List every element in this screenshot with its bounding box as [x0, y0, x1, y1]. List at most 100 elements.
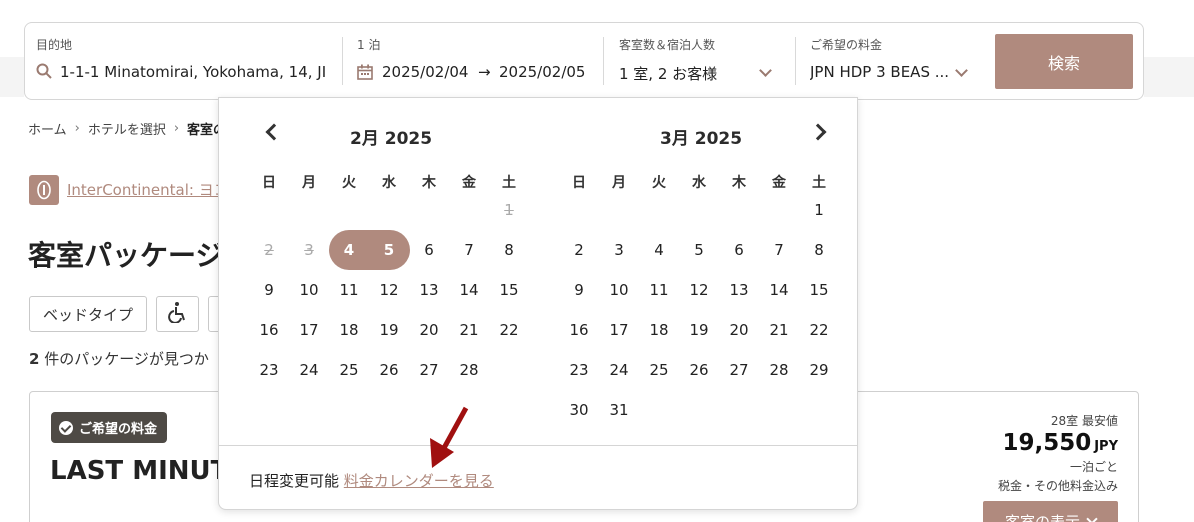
calendar-day[interactable]: 24: [289, 350, 329, 390]
calendar-day[interactable]: 9: [249, 270, 289, 310]
calendar-day[interactable]: 5: [679, 230, 719, 270]
calendar-day[interactable]: 1: [799, 190, 839, 230]
month-title-left: 2月 2025: [350, 129, 433, 149]
calendar-day[interactable]: 6: [409, 230, 449, 270]
calendar-day[interactable]: 17: [599, 310, 639, 350]
weekday-label: 水: [382, 175, 396, 191]
chevron-right-icon[interactable]: [809, 123, 827, 141]
search-button[interactable]: 検索: [995, 34, 1133, 89]
calendar-day[interactable]: 21: [449, 310, 489, 350]
hotel-brand-link[interactable]: InterContinental: ヨコ: [67, 179, 229, 200]
calendar-day[interactable]: 3: [599, 230, 639, 270]
results-count-number: 2: [29, 350, 40, 368]
breadcrumb-home[interactable]: ホーム: [28, 119, 67, 138]
calendar-day[interactable]: 10: [289, 270, 329, 310]
calendar-day[interactable]: 31: [599, 390, 639, 430]
rate-label: ご希望の料金: [810, 38, 883, 52]
calendar-day[interactable]: 22: [489, 310, 529, 350]
view-rooms-button[interactable]: 客室の表示: [983, 501, 1118, 522]
calendar-day[interactable]: 28: [759, 350, 799, 390]
calendar-day[interactable]: 4: [329, 230, 369, 270]
calendar-day[interactable]: 8: [799, 230, 839, 270]
price-calendar-link[interactable]: 料金カレンダーを見る: [344, 472, 494, 490]
weekday-label: 金: [462, 175, 476, 191]
calendar-day[interactable]: 5: [369, 230, 409, 270]
guests-field[interactable]: 客室数＆宿泊人数 1 室, 2 お客様: [619, 23, 789, 99]
calendar-day[interactable]: 16: [249, 310, 289, 350]
calendar-day[interactable]: 4: [639, 230, 679, 270]
date-field[interactable]: 1 泊 2025/02/04 → 2025/02/05: [357, 23, 607, 99]
destination-value: 1-1-1 Minatomirai, Yokohama, 14, JI: [60, 63, 325, 81]
calendar-day[interactable]: 12: [679, 270, 719, 310]
annotation-arrow-icon: [430, 406, 469, 468]
calendar-day[interactable]: 8: [489, 230, 529, 270]
tax-included: 税金・その他料金込み: [997, 479, 1118, 493]
results-count-text: 件のパッケージが見つか: [39, 350, 209, 368]
calendar-day[interactable]: 28: [449, 350, 489, 390]
calendar-day[interactable]: 21: [759, 310, 799, 350]
calendar-day[interactable]: 6: [719, 230, 759, 270]
search-icon: [36, 63, 52, 83]
calendar-day[interactable]: 15: [799, 270, 839, 310]
calendar-day[interactable]: 14: [759, 270, 799, 310]
calendar-day[interactable]: 13: [409, 270, 449, 310]
calendar-day[interactable]: 27: [719, 350, 759, 390]
calendar-day[interactable]: 11: [329, 270, 369, 310]
calendar-day[interactable]: 19: [679, 310, 719, 350]
calendar-day[interactable]: 18: [639, 310, 679, 350]
calendar-day[interactable]: 19: [369, 310, 409, 350]
calendar-day[interactable]: 22: [799, 310, 839, 350]
intercontinental-logo-icon: [29, 175, 59, 205]
weekday-label: 水: [692, 175, 706, 191]
calendar-day[interactable]: 12: [369, 270, 409, 310]
weekday-label: 木: [422, 175, 436, 191]
calendar-day[interactable]: 26: [369, 350, 409, 390]
calendar-day[interactable]: 10: [599, 270, 639, 310]
nights-label: 1 泊: [357, 38, 381, 52]
checkout-date: 2025/02/05: [499, 63, 586, 81]
preferred-rate-badge: ご希望の料金: [51, 412, 168, 443]
calendar-day[interactable]: 27: [409, 350, 449, 390]
calendar-day[interactable]: 26: [679, 350, 719, 390]
calendar-day[interactable]: 13: [719, 270, 759, 310]
calendar-day: 2: [264, 241, 274, 259]
chevron-right-icon: ›: [74, 121, 80, 136]
destination-field[interactable]: 目的地 1-1-1 Minatomirai, Yokohama, 14, JI: [35, 23, 325, 99]
calendar-day[interactable]: 23: [559, 350, 599, 390]
view-rooms-label: 客室の表示: [1004, 512, 1080, 522]
calendar-day[interactable]: 25: [329, 350, 369, 390]
calendar-day: 1: [504, 201, 514, 219]
flexible-dates-label: 日程変更可能: [249, 472, 340, 490]
bed-type-filter[interactable]: ベッドタイプ: [29, 296, 147, 332]
calendar-day[interactable]: 20: [719, 310, 759, 350]
calendar-day[interactable]: 17: [289, 310, 329, 350]
weekday-label: 土: [812, 175, 826, 191]
calendar-day[interactable]: 18: [329, 310, 369, 350]
wheelchair-filter[interactable]: [156, 296, 199, 332]
calendar-day[interactable]: 16: [559, 310, 599, 350]
calendar-day[interactable]: 29: [799, 350, 839, 390]
calendar-day[interactable]: 7: [449, 230, 489, 270]
breadcrumb-select-hotel[interactable]: ホテルを選択: [88, 119, 166, 138]
calendar-day[interactable]: 25: [639, 350, 679, 390]
calendar-day[interactable]: 24: [599, 350, 639, 390]
chevron-left-icon[interactable]: [265, 123, 283, 141]
calendar-day[interactable]: 30: [559, 390, 599, 430]
check-circle-icon: [59, 420, 73, 435]
calendar-day[interactable]: 14: [449, 270, 489, 310]
calendar-day[interactable]: 7: [759, 230, 799, 270]
destination-label: 目的地: [36, 38, 73, 52]
per-night: 一泊ごと: [1069, 460, 1118, 474]
calendar-day[interactable]: 23: [249, 350, 289, 390]
calendar-day[interactable]: 20: [409, 310, 449, 350]
calendar-day[interactable]: 9: [559, 270, 599, 310]
checkin-date: 2025/02/04: [382, 63, 469, 81]
weekday-label: 月: [612, 175, 626, 191]
calendar-day[interactable]: 2: [559, 230, 599, 270]
search-bar: 目的地 1-1-1 Minatomirai, Yokohama, 14, JI …: [24, 22, 1144, 100]
rate-field[interactable]: ご希望の料金 JPN HDP 3 BEAS ...: [810, 23, 980, 99]
calendar-day[interactable]: 11: [639, 270, 679, 310]
calendar-day[interactable]: 15: [489, 270, 529, 310]
price-currency: JPY: [1094, 439, 1118, 454]
calendar-day: 3: [304, 241, 314, 259]
